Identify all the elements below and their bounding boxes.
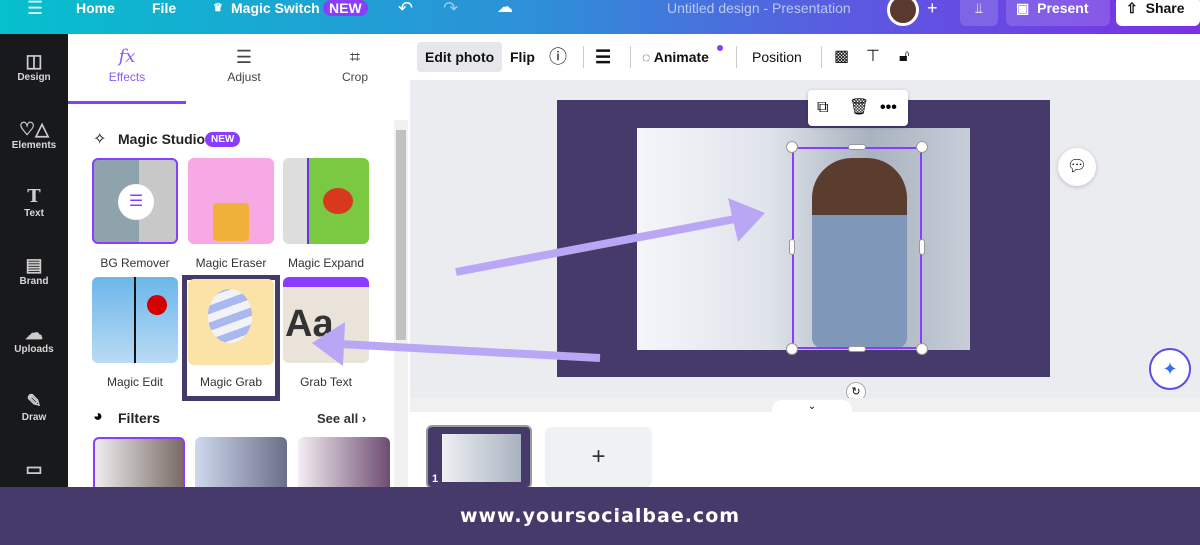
page-thumbnail[interactable]: 1 [426, 425, 532, 489]
arrow-to-magic-grab [312, 322, 601, 366]
add-page-button[interactable]: + [545, 427, 652, 487]
footer-banner: www.yoursocialbae.com [0, 487, 1200, 545]
page-number: 1 [432, 473, 439, 485]
arrow-to-photo [455, 198, 765, 276]
thumbnail-photo [442, 434, 521, 482]
chevron-down-icon: ⌄ [807, 401, 817, 412]
